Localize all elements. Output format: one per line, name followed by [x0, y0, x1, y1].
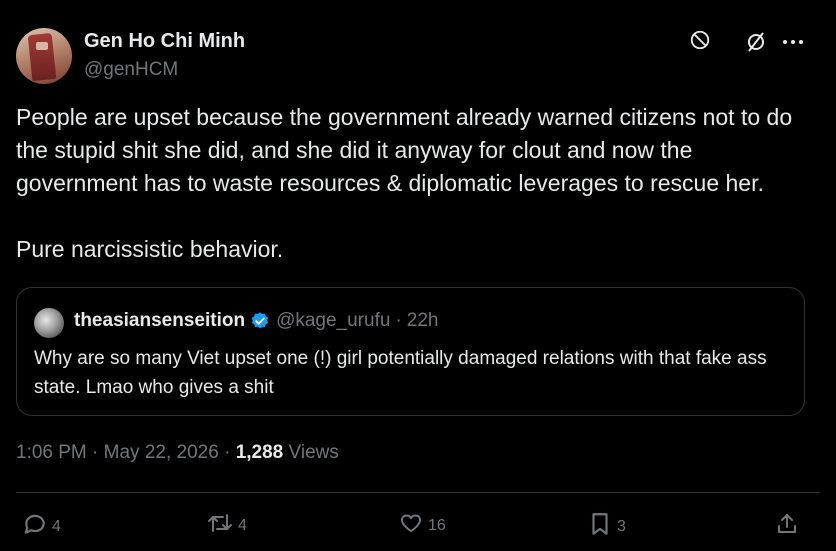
like-count: 16	[428, 516, 446, 534]
repost-count: 4	[238, 516, 247, 534]
avatar-image	[27, 32, 57, 82]
quoted-author-avatar[interactable]	[34, 308, 64, 338]
quoted-tweet-time[interactable]: 22h	[407, 310, 439, 332]
more-icon[interactable]	[780, 30, 806, 54]
share-icon	[775, 511, 799, 542]
views-count: 1,288	[235, 442, 284, 463]
repost-icon	[206, 511, 234, 540]
tweet-date[interactable]: May 22, 2026	[104, 442, 219, 463]
bookmark-button[interactable]: 3	[587, 511, 626, 542]
avatar-image-detail	[36, 42, 48, 50]
like-button[interactable]: 16	[398, 511, 446, 540]
quoted-author-name[interactable]: theasiansenseition	[74, 310, 245, 332]
author-avatar[interactable]	[16, 28, 72, 84]
quoted-tweet-card[interactable]: theasiansenseition @kage_urufu · 22h Why…	[16, 287, 805, 416]
reply-count: 4	[52, 517, 61, 535]
tweet-time[interactable]: 1:06 PM	[16, 442, 87, 463]
quoted-tweet-header: theasiansenseition @kage_urufu · 22h	[74, 310, 438, 332]
no-slash-icon[interactable]	[744, 30, 768, 54]
repost-button[interactable]: 4	[206, 511, 247, 540]
author-display-name[interactable]: Gen Ho Chi Minh	[84, 30, 245, 53]
reply-icon	[22, 511, 48, 542]
quoted-author-handle[interactable]: @kage_urufu	[276, 310, 390, 332]
share-button[interactable]	[775, 511, 799, 542]
meta-separator: ·	[218, 442, 236, 463]
grok-icon[interactable]	[688, 28, 712, 52]
tweet-meta: 1:06 PM · May 22, 2026 · 1,288 Views	[16, 442, 339, 464]
meta-separator: ·	[86, 442, 104, 463]
bookmark-icon	[587, 511, 613, 542]
separator-dot: ·	[395, 310, 402, 331]
tweet-text: People are upset because the government …	[16, 104, 793, 262]
views-label: Views	[288, 442, 339, 463]
divider	[16, 492, 820, 493]
reply-button[interactable]: 4	[22, 511, 61, 542]
heart-icon	[398, 511, 424, 540]
verified-badge-icon	[250, 311, 270, 331]
author-handle[interactable]: @genHCM	[84, 59, 178, 81]
quoted-tweet-text: Why are so many Viet upset one (!) girl …	[34, 348, 767, 398]
bookmark-count: 3	[617, 517, 626, 535]
